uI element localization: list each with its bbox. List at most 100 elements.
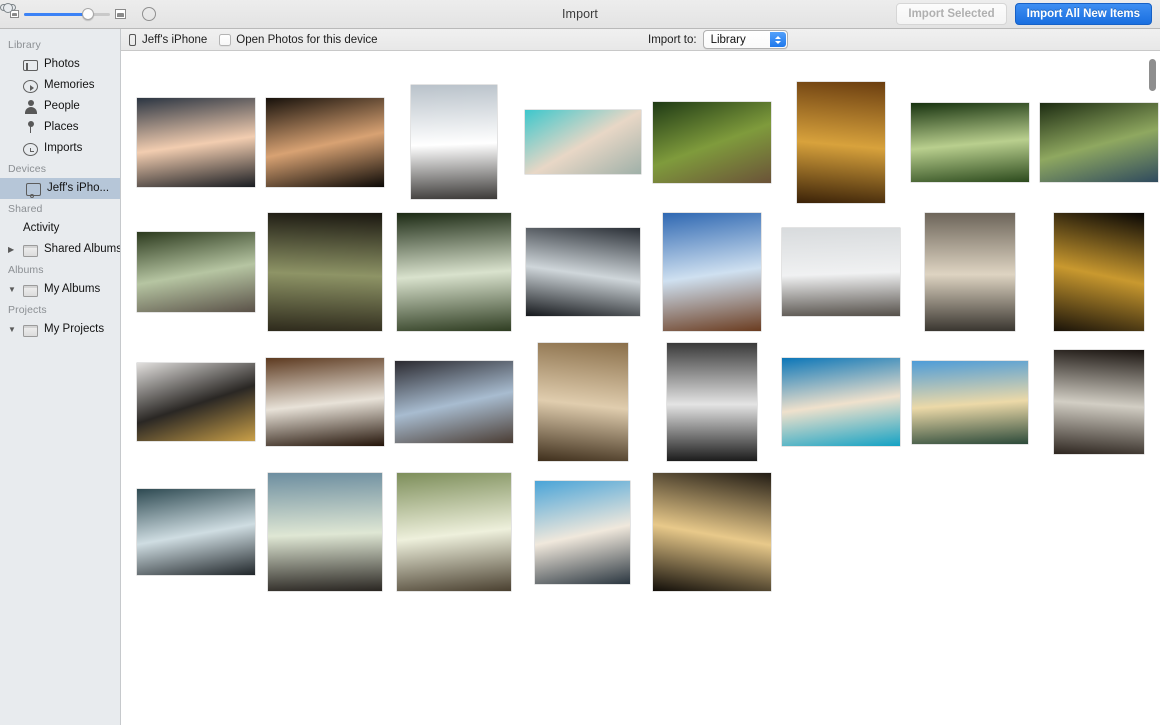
photo-cell[interactable] xyxy=(1034,77,1160,207)
photo-cell[interactable] xyxy=(647,207,776,337)
import-to-select[interactable]: Library xyxy=(702,30,788,49)
sidebar-item-my-projects[interactable]: ▼ My Projects xyxy=(0,319,120,340)
disclosure-spacer: ▶ xyxy=(8,178,17,199)
photo-thumbnail-bay-beach-clouds[interactable] xyxy=(911,360,1028,444)
photo-thumbnail-woman-balcony-city-view[interactable] xyxy=(394,361,513,443)
photo-thumbnail-bw-street-trees-hdr[interactable] xyxy=(666,343,757,461)
sidebar-item-places[interactable]: ▶ Places xyxy=(0,117,120,138)
photo-cell[interactable] xyxy=(131,467,260,597)
photo-cell[interactable] xyxy=(260,467,389,597)
disclosure-spacer: ▶ xyxy=(8,54,17,75)
photo-cell[interactable] xyxy=(389,77,518,207)
photo-cell[interactable] xyxy=(905,337,1034,467)
places-icon xyxy=(23,120,38,135)
photo-thumbnail-stone-building-courtyard[interactable] xyxy=(924,213,1015,331)
photo-cell[interactable] xyxy=(776,77,905,207)
sidebar-item-my-albums[interactable]: ▼ My Albums xyxy=(0,279,120,300)
chevron-right-icon[interactable]: ▶ xyxy=(8,239,17,260)
photo-cell[interactable] xyxy=(1034,337,1160,467)
photo-thumbnail-rocky-coast-island[interactable] xyxy=(136,489,255,575)
photo-cell[interactable] xyxy=(647,77,776,207)
photo-cell[interactable] xyxy=(518,207,647,337)
photo-thumbnail-jungle-stairs-path[interactable] xyxy=(910,102,1029,182)
disclosure-spacer: ▶ xyxy=(8,75,17,96)
sidebar-item-photos[interactable]: ▶ Photos xyxy=(0,54,120,75)
photo-thumbnail-palm-trees-sunset-road[interactable] xyxy=(136,97,255,187)
sidebar-item-label: Photos xyxy=(44,58,80,70)
sidebar-item-label: My Projects xyxy=(44,323,105,335)
photo-cell[interactable] xyxy=(131,77,260,207)
photo-cell[interactable] xyxy=(131,337,260,467)
photo-cell[interactable] xyxy=(518,467,647,597)
chevron-down-icon[interactable]: ▼ xyxy=(8,319,17,340)
photo-cell[interactable] xyxy=(776,207,905,337)
sidebar-item-jeff-s-ipho[interactable]: ▶ Jeff's iPho... xyxy=(0,178,120,199)
photo-grid-scroll-area[interactable] xyxy=(121,51,1160,725)
sidebar-item-imports[interactable]: ▶ Imports xyxy=(0,138,120,159)
sidebar-group-header: Library xyxy=(8,39,41,51)
photo-cell[interactable] xyxy=(905,207,1034,337)
disclosure-spacer: ▶ xyxy=(8,117,17,138)
photo-cell[interactable] xyxy=(389,207,518,337)
photo-thumbnail-train-station-platform[interactable] xyxy=(1053,350,1144,454)
thumbnail-zoom-slider[interactable] xyxy=(10,8,126,20)
open-photos-checkbox[interactable] xyxy=(219,33,232,46)
photo-cell[interactable] xyxy=(518,77,647,207)
photo-cell[interactable] xyxy=(389,337,518,467)
sidebar-item-activity[interactable]: ▶ Activity xyxy=(0,3,120,239)
photo-cell[interactable] xyxy=(260,77,389,207)
vertical-scrollbar[interactable] xyxy=(1145,51,1160,725)
photo-cell[interactable] xyxy=(260,207,389,337)
zoom-slider-track[interactable] xyxy=(24,8,110,20)
photo-cell[interactable] xyxy=(905,77,1034,207)
photo-thumbnail-autumn-lake-sky[interactable] xyxy=(662,213,761,331)
photos-import-window: Import Import Selected Import All New It… xyxy=(0,0,1160,725)
import-all-new-items-button[interactable]: Import All New Items xyxy=(1014,3,1152,25)
zoom-slider-knob[interactable] xyxy=(81,8,94,20)
photo-cell[interactable] xyxy=(776,337,905,467)
chevron-down-icon[interactable]: ▼ xyxy=(8,279,17,300)
folder-icon xyxy=(23,324,38,337)
disclosure-spacer: ▶ xyxy=(8,218,17,239)
photo-thumbnail-gold-sculpture-dark[interactable] xyxy=(1053,213,1144,331)
circle-outline-icon[interactable] xyxy=(142,7,156,21)
content-pane: Jeff's iPhone Open Photos for this devic… xyxy=(121,29,1160,725)
photo-thumbnail-horses-in-truck-bed[interactable] xyxy=(1039,102,1158,182)
photo-thumbnail-ferris-wheel-sunset[interactable] xyxy=(652,473,771,591)
sidebar-item-people[interactable]: ▶ People xyxy=(0,96,120,117)
photo-thumbnail-sunset-through-doorway[interactable] xyxy=(265,97,384,187)
sidebar-group-header: Shared xyxy=(8,203,43,215)
photo-thumbnail-coffee-cup-wood-table[interactable] xyxy=(265,358,384,446)
photo-thumbnail-pier-statue-bay[interactable] xyxy=(781,228,900,316)
photo-thumbnail-city-skyline-window[interactable] xyxy=(525,228,640,316)
photo-thumbnail-man-on-rocks-cliff[interactable] xyxy=(267,473,382,591)
people-icon xyxy=(23,99,38,114)
photo-thumbnail-underwater-turquoise[interactable] xyxy=(524,110,641,174)
photo-thumbnail-waterfall-jungle-trail[interactable] xyxy=(396,213,511,331)
photo-thumbnail-snow-volcano-hiker[interactable] xyxy=(410,85,497,199)
scrollbar-thumb[interactable] xyxy=(1149,59,1156,91)
photo-cell[interactable] xyxy=(389,467,518,597)
toolbar-right-controls: Import Selected Import All New Items xyxy=(896,3,1152,25)
sidebar-item-memories[interactable]: ▶ Memories xyxy=(0,75,120,96)
photo-cell[interactable] xyxy=(131,207,260,337)
photo-thumbnail-sagrada-familia-facade[interactable] xyxy=(537,343,628,461)
sidebar-item-label: People xyxy=(44,100,80,112)
photo-thumbnail-chameleon-on-branch[interactable] xyxy=(652,101,771,183)
open-photos-for-device-checkbox-row[interactable]: Open Photos for this device xyxy=(219,33,378,46)
photo-thumbnail-beach-turquoise-water[interactable] xyxy=(781,358,900,446)
photo-cell[interactable] xyxy=(647,467,776,597)
photo-cell[interactable] xyxy=(647,337,776,467)
photo-thumbnail-lava-tube-tunnel[interactable] xyxy=(796,81,885,203)
sidebar-item-shared-albums[interactable]: ▶ Shared Albums xyxy=(0,239,120,260)
photo-cell[interactable] xyxy=(518,337,647,467)
import-selected-button[interactable]: Import Selected xyxy=(896,3,1007,25)
photo-cell[interactable] xyxy=(260,337,389,467)
photo-thumbnail-horse-on-jungle-road[interactable] xyxy=(136,232,255,312)
photo-thumbnail-park-bench-trees[interactable] xyxy=(396,473,511,591)
photo-thumbnail-group-photo-promenade[interactable] xyxy=(535,480,630,584)
photo-cell[interactable] xyxy=(1034,207,1160,337)
photo-thumbnail-banyan-tree-roots[interactable] xyxy=(267,213,382,331)
photo-thumbnail-breakfast-tray-bed[interactable] xyxy=(136,363,255,441)
memories-icon xyxy=(23,79,38,93)
